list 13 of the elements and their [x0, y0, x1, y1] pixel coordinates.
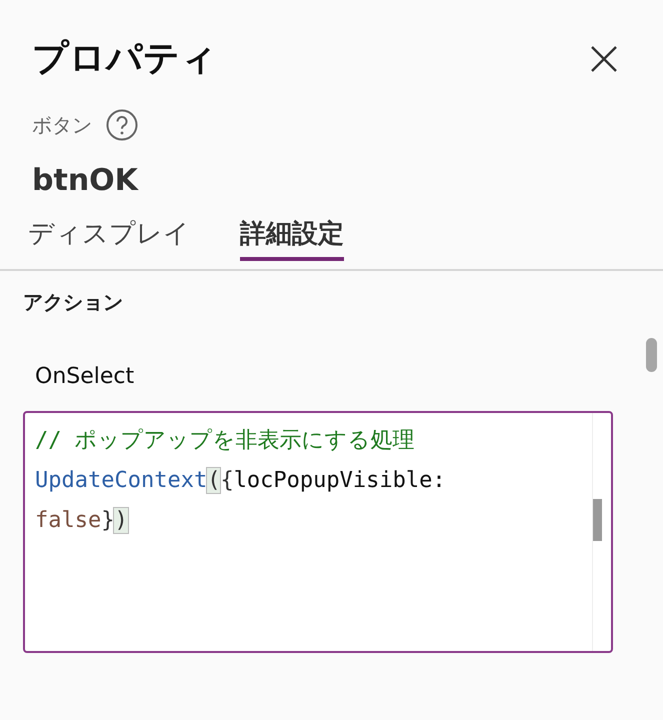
formula-editor[interactable]: // ポップアップを非表示にする処理 UpdateContext({locPopupVisible: false}) [23, 411, 613, 653]
code-line: UpdateContext({locPopupVisible: [35, 467, 447, 495]
tab[interactable]: 詳細設定 [240, 216, 344, 261]
help-icon[interactable] [106, 109, 138, 141]
code-line: false}) [35, 507, 129, 535]
tab[interactable]: ディスプレイ [28, 216, 190, 261]
property-label: OnSelect [34, 363, 136, 391]
scrollbar-thumb[interactable] [646, 338, 657, 372]
control-type: ボタン [32, 112, 92, 138]
code-line: // ポップアップを非表示にする処理 [35, 427, 416, 455]
control-name: btnOK [31, 162, 140, 198]
section-heading: アクション [23, 289, 124, 316]
panel-title: プロパティ [32, 37, 217, 81]
